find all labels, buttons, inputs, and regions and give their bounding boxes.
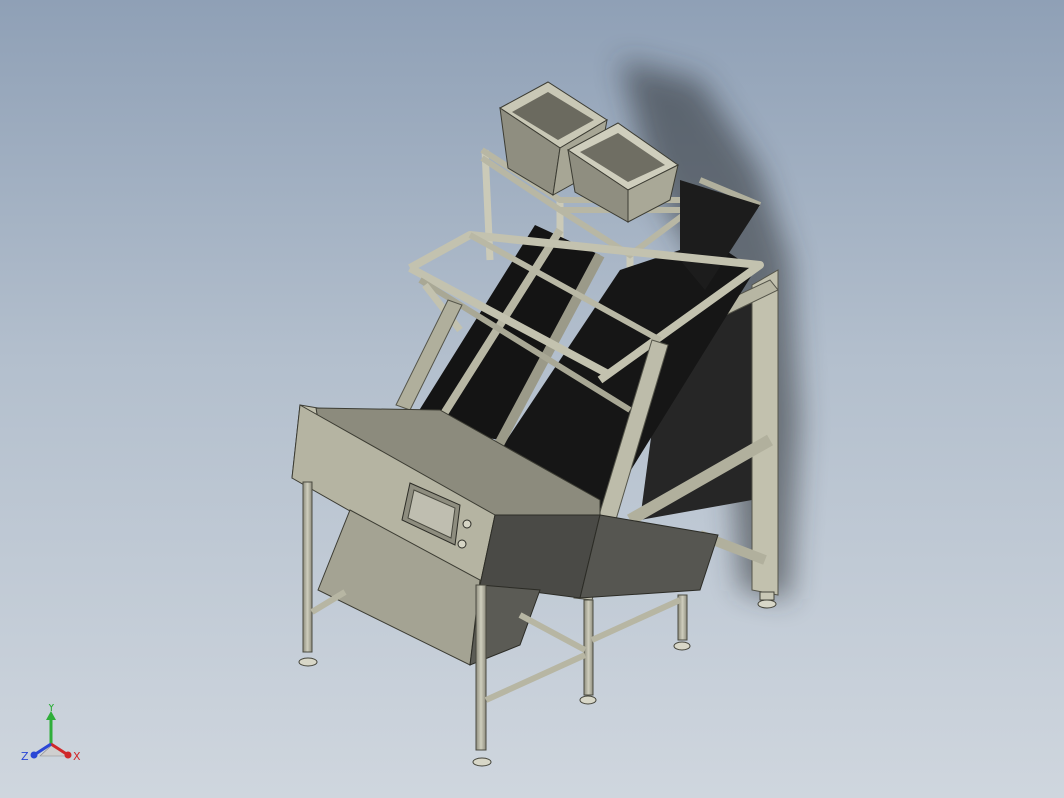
sorter-machine-model[interactable] [0, 0, 1064, 798]
y-axis-label: Y [47, 704, 55, 714]
x-axis-arrowhead [64, 751, 72, 759]
z-axis-label: Z [21, 750, 29, 763]
z-axis-arrowhead [30, 751, 38, 759]
cad-viewport[interactable]: Y X Z [0, 0, 1064, 798]
coordinate-triad: Y X Z [21, 704, 81, 763]
start-button[interactable] [462, 519, 472, 529]
x-axis-label: X [73, 750, 81, 763]
stop-button[interactable] [457, 539, 467, 549]
